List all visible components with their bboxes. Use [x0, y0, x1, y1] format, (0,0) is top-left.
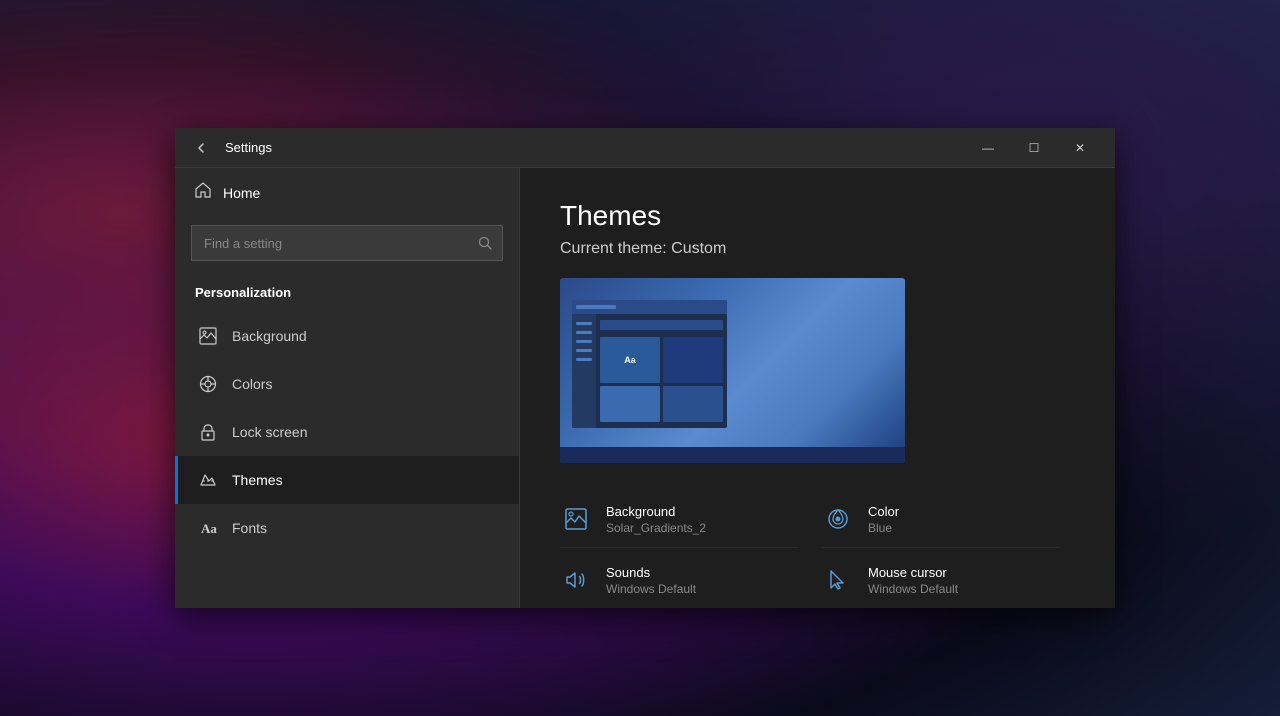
info-card-sounds[interactable]: Sounds Windows Default [560, 552, 798, 608]
preview-sidebar [572, 314, 596, 428]
preview-window-body: Aa [572, 314, 727, 428]
info-cards: Background Solar_Gradients_2 Colo [560, 491, 1060, 608]
background-card-value: Solar_Gradients_2 [606, 521, 706, 535]
preview-tile-3 [663, 386, 723, 422]
info-card-background[interactable]: Background Solar_Gradients_2 [560, 491, 798, 548]
preview-window: Aa [572, 300, 727, 428]
sidebar-item-fonts[interactable]: Aa Fonts [175, 504, 519, 552]
fonts-icon: Aa [198, 518, 218, 538]
colors-icon [198, 374, 218, 394]
sidebar-item-themes[interactable]: Themes [175, 456, 519, 504]
window-title: Settings [225, 140, 965, 155]
minimize-button[interactable]: — [965, 128, 1011, 168]
info-card-mouse-cursor[interactable]: Mouse cursor Windows Default [822, 552, 1060, 608]
preview-window-titlebar [572, 300, 727, 314]
preview-sidebar-line [576, 358, 592, 361]
cursor-card-text: Mouse cursor Windows Default [868, 565, 958, 596]
main-content: Themes Current theme: Custom [520, 168, 1115, 608]
close-button[interactable]: ✕ [1057, 128, 1103, 168]
preview-content-area: Aa [596, 314, 727, 428]
sidebar-item-home[interactable]: Home [175, 168, 519, 217]
sidebar-item-background-label: Background [232, 328, 307, 344]
background-card-text: Background Solar_Gradients_2 [606, 504, 706, 535]
sounds-card-value: Windows Default [606, 582, 696, 596]
preview-taskbar [560, 447, 905, 463]
sounds-card-title: Sounds [606, 565, 696, 580]
sidebar-item-lock-screen[interactable]: Lock screen [175, 408, 519, 456]
preview-sidebar-line [576, 331, 592, 334]
preview-tiles: Aa [600, 337, 723, 422]
preview-sidebar-line [576, 322, 592, 325]
info-card-color[interactable]: Color Blue [822, 491, 1060, 548]
page-title: Themes [560, 200, 1075, 232]
home-icon [195, 182, 211, 203]
sidebar-item-themes-label: Themes [232, 472, 283, 488]
sidebar-item-colors-label: Colors [232, 376, 272, 392]
cursor-card-icon [822, 564, 854, 596]
color-card-icon [822, 503, 854, 535]
preview-tile-1 [663, 337, 723, 383]
settings-window: Settings — ☐ ✕ Home [175, 128, 1115, 608]
preview-sidebar-line [576, 340, 592, 343]
themes-icon [198, 470, 218, 490]
preview-tile-2 [600, 386, 660, 422]
background-card-title: Background [606, 504, 706, 519]
content-area: Home Personalization [175, 168, 1115, 608]
sidebar-item-background[interactable]: Background [175, 312, 519, 360]
preview-tile-aa: Aa [600, 337, 660, 383]
back-button[interactable] [187, 134, 215, 162]
theme-preview: Aa [560, 278, 905, 463]
sidebar-item-colors[interactable]: Colors [175, 360, 519, 408]
search-input[interactable] [191, 225, 503, 261]
sidebar: Home Personalization [175, 168, 520, 608]
sidebar-section-title: Personalization [175, 277, 519, 312]
sidebar-item-lock-screen-label: Lock screen [232, 424, 307, 440]
current-theme-label: Current theme: Custom [560, 240, 1075, 258]
preview-title-bar-indicator [576, 305, 616, 309]
preview-content-title [600, 320, 723, 330]
cursor-card-value: Windows Default [868, 582, 958, 596]
background-card-icon [560, 503, 592, 535]
preview-sidebar-line [576, 349, 592, 352]
background-icon [198, 326, 218, 346]
color-card-text: Color Blue [868, 504, 899, 535]
color-card-value: Blue [868, 521, 899, 535]
search-icon[interactable] [467, 225, 503, 261]
color-card-title: Color [868, 504, 899, 519]
window-controls: — ☐ ✕ [965, 128, 1103, 168]
svg-text:Aa: Aa [201, 521, 217, 536]
cursor-card-title: Mouse cursor [868, 565, 958, 580]
maximize-button[interactable]: ☐ [1011, 128, 1057, 168]
sidebar-item-fonts-label: Fonts [232, 520, 267, 536]
sounds-card-icon [560, 564, 592, 596]
lock-screen-icon [198, 422, 218, 442]
title-bar: Settings — ☐ ✕ [175, 128, 1115, 168]
sounds-card-text: Sounds Windows Default [606, 565, 696, 596]
home-label: Home [223, 185, 260, 201]
search-box [191, 225, 503, 261]
